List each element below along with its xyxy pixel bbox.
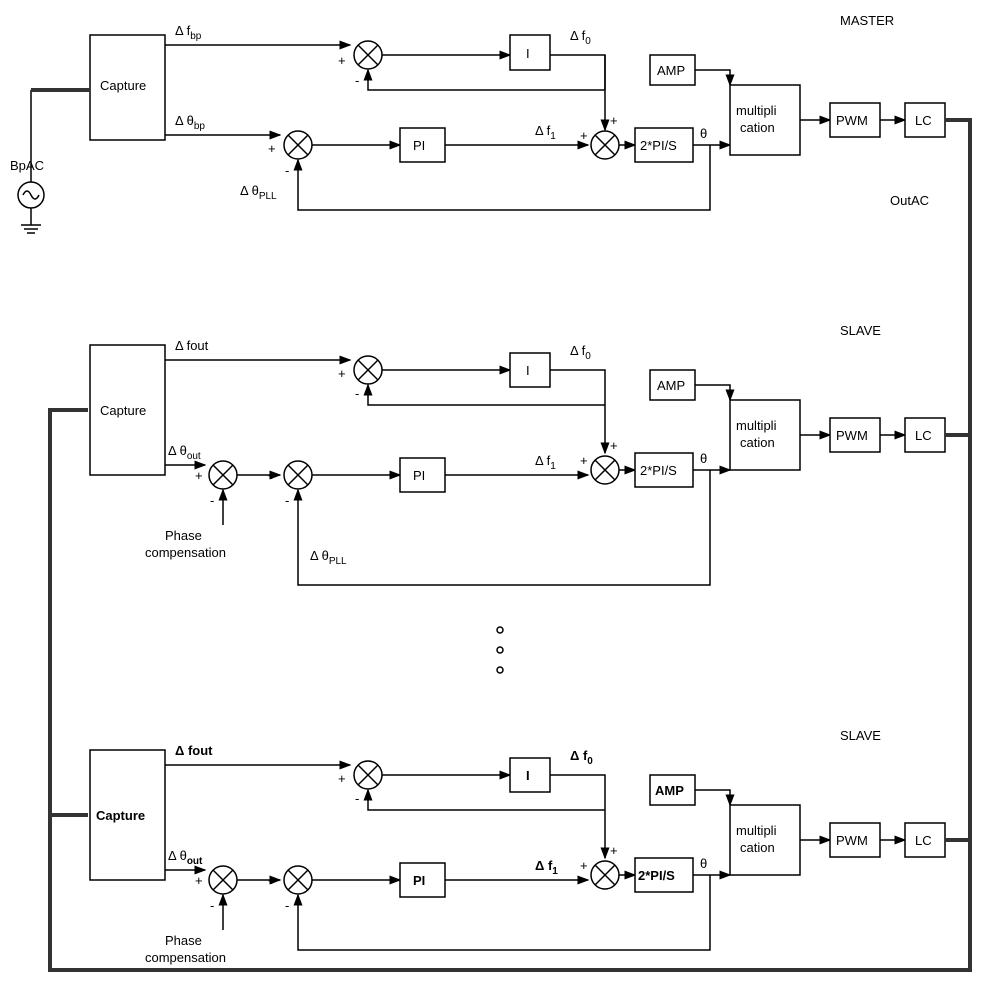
svg-text:Δ θPLL: Δ θPLL <box>310 548 347 567</box>
svg-text:AMP: AMP <box>655 783 684 798</box>
svg-text:cation: cation <box>740 840 775 855</box>
svg-text:I: I <box>526 768 530 783</box>
master-title: MASTER <box>840 13 894 28</box>
svg-text:+: + <box>338 53 346 68</box>
svg-text:PI: PI <box>413 468 425 483</box>
svg-text:+: + <box>610 438 618 453</box>
ellipsis <box>497 627 503 673</box>
svg-text:AMP: AMP <box>657 63 685 78</box>
slave1-sum-phase: + - <box>195 461 237 508</box>
svg-text:PI: PI <box>413 873 425 888</box>
svg-text:θ: θ <box>700 856 707 871</box>
bpac-source: BpAC <box>10 90 44 233</box>
svg-text:Capture: Capture <box>96 808 145 823</box>
svg-text:Δ f0: Δ f0 <box>570 343 591 362</box>
svg-text:Δ f1: Δ f1 <box>535 858 558 877</box>
svg-text:+: + <box>195 468 203 483</box>
svg-text:PI: PI <box>413 138 425 153</box>
svg-text:+: + <box>268 141 276 156</box>
svg-text:-: - <box>355 386 359 401</box>
svg-text:θ: θ <box>700 451 707 466</box>
svg-text:PWM: PWM <box>836 428 868 443</box>
svg-text:θ: θ <box>700 126 707 141</box>
svg-text:LC: LC <box>915 428 932 443</box>
svg-text:Δ θPLL: Δ θPLL <box>240 183 277 202</box>
svg-text:+: + <box>338 366 346 381</box>
svg-text:+: + <box>268 873 276 888</box>
svg-text:Phase: Phase <box>165 528 202 543</box>
svg-text:LC: LC <box>915 833 932 848</box>
svg-text:-: - <box>285 493 289 508</box>
svg-text:-: - <box>210 493 214 508</box>
svg-text:Δ f0: Δ f0 <box>570 748 593 767</box>
svg-text:-: - <box>285 163 289 178</box>
master-sum-bot: + - <box>268 131 312 178</box>
svg-text:BpAC: BpAC <box>10 158 44 173</box>
svg-text:Capture: Capture <box>100 78 146 93</box>
master-sum-right: + + <box>580 113 619 159</box>
master-i-block <box>510 35 550 70</box>
svg-text:Δ f1: Δ f1 <box>535 123 556 142</box>
svg-text:Δ f0: Δ f0 <box>570 28 591 47</box>
svg-text:Δ fbp: Δ fbp <box>175 23 202 42</box>
svg-text:+: + <box>580 453 588 468</box>
svg-text:I: I <box>526 46 530 61</box>
slave2-title: SLAVE <box>840 728 881 743</box>
svg-text:+: + <box>610 843 618 858</box>
svg-text:Δ fout: Δ fout <box>175 743 213 758</box>
svg-text:Phase: Phase <box>165 933 202 948</box>
svg-text:multipli: multipli <box>736 823 777 838</box>
svg-text:Δ f1: Δ f1 <box>535 453 556 472</box>
svg-text:LC: LC <box>915 113 932 128</box>
svg-text:cation: cation <box>740 120 775 135</box>
slave1-title: SLAVE <box>840 323 881 338</box>
svg-text:-: - <box>355 791 359 806</box>
svg-text:multipli: multipli <box>736 418 777 433</box>
svg-text:-: - <box>210 898 214 913</box>
svg-text:2*PI/S: 2*PI/S <box>638 868 675 883</box>
svg-text:Δ θbp: Δ θbp <box>175 113 205 132</box>
svg-text:cation: cation <box>740 435 775 450</box>
svg-text:+: + <box>610 113 618 128</box>
svg-text:Δ fout: Δ fout <box>175 338 209 353</box>
svg-text:I: I <box>526 363 530 378</box>
master-sum-top: + - <box>338 41 382 88</box>
svg-text:PWM: PWM <box>836 113 868 128</box>
svg-text:2*PI/S: 2*PI/S <box>640 138 677 153</box>
svg-text:Δ θout: Δ θout <box>168 848 203 867</box>
svg-text:compensation: compensation <box>145 545 226 560</box>
svg-text:+: + <box>580 858 588 873</box>
svg-text:Δ θout: Δ θout <box>168 443 201 462</box>
svg-text:+: + <box>338 771 346 786</box>
svg-text:+: + <box>195 873 203 888</box>
svg-text:multipli: multipli <box>736 103 777 118</box>
svg-text:-: - <box>285 898 289 913</box>
svg-text:-: - <box>355 73 359 88</box>
svg-text:AMP: AMP <box>657 378 685 393</box>
svg-text:+: + <box>268 468 276 483</box>
svg-text:OutAC: OutAC <box>890 193 929 208</box>
svg-text:2*PI/S: 2*PI/S <box>640 463 677 478</box>
svg-text:PWM: PWM <box>836 833 868 848</box>
svg-text:+: + <box>580 128 588 143</box>
svg-text:compensation: compensation <box>145 950 226 965</box>
svg-text:Capture: Capture <box>100 403 146 418</box>
